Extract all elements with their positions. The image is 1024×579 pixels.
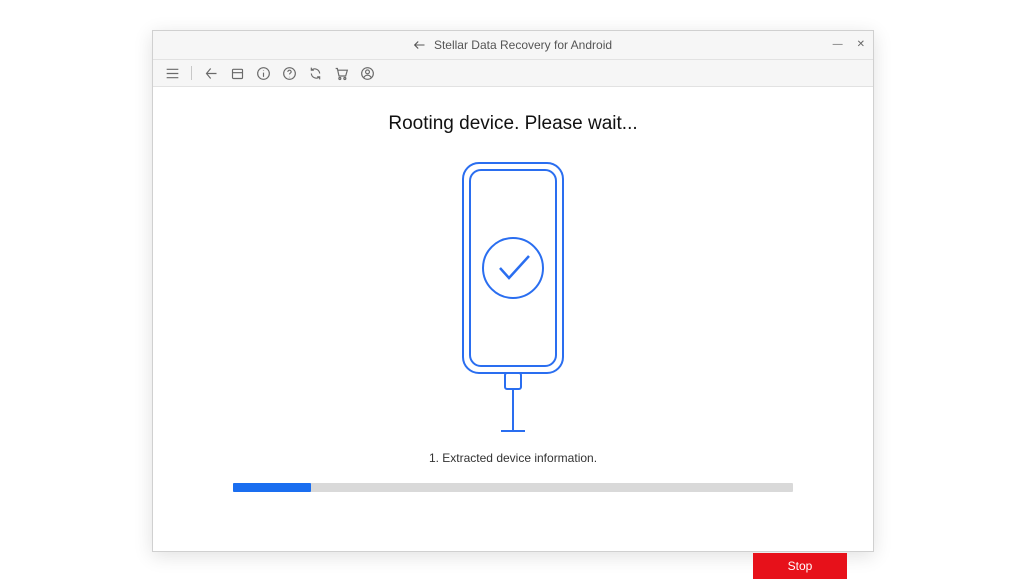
device-illustration bbox=[153, 157, 873, 437]
progress-fill bbox=[233, 483, 311, 492]
separator bbox=[191, 66, 192, 80]
menu-icon[interactable] bbox=[163, 64, 181, 82]
back-icon[interactable] bbox=[202, 64, 220, 82]
window-title: Stellar Data Recovery for Android bbox=[434, 31, 612, 59]
main-content: Rooting device. Please wait... 1. Extrac… bbox=[153, 113, 873, 579]
user-icon[interactable] bbox=[358, 64, 376, 82]
progress-bar bbox=[233, 483, 793, 492]
minimize-button[interactable]: — bbox=[833, 31, 843, 59]
help-icon[interactable] bbox=[280, 64, 298, 82]
close-button[interactable]: ✕ bbox=[857, 31, 865, 59]
refresh-icon[interactable] bbox=[306, 64, 324, 82]
stop-button[interactable]: Stop bbox=[753, 553, 847, 579]
page-title: Rooting device. Please wait... bbox=[153, 113, 873, 135]
home-icon[interactable] bbox=[228, 64, 246, 82]
back-nav-icon[interactable] bbox=[414, 39, 428, 51]
info-icon[interactable] bbox=[254, 64, 272, 82]
toolbar bbox=[153, 60, 873, 87]
app-window: Stellar Data Recovery for Android — ✕ bbox=[152, 30, 874, 552]
titlebar: Stellar Data Recovery for Android — ✕ bbox=[153, 31, 873, 60]
status-text: 1. Extracted device information. bbox=[153, 451, 873, 465]
cart-icon[interactable] bbox=[332, 64, 350, 82]
